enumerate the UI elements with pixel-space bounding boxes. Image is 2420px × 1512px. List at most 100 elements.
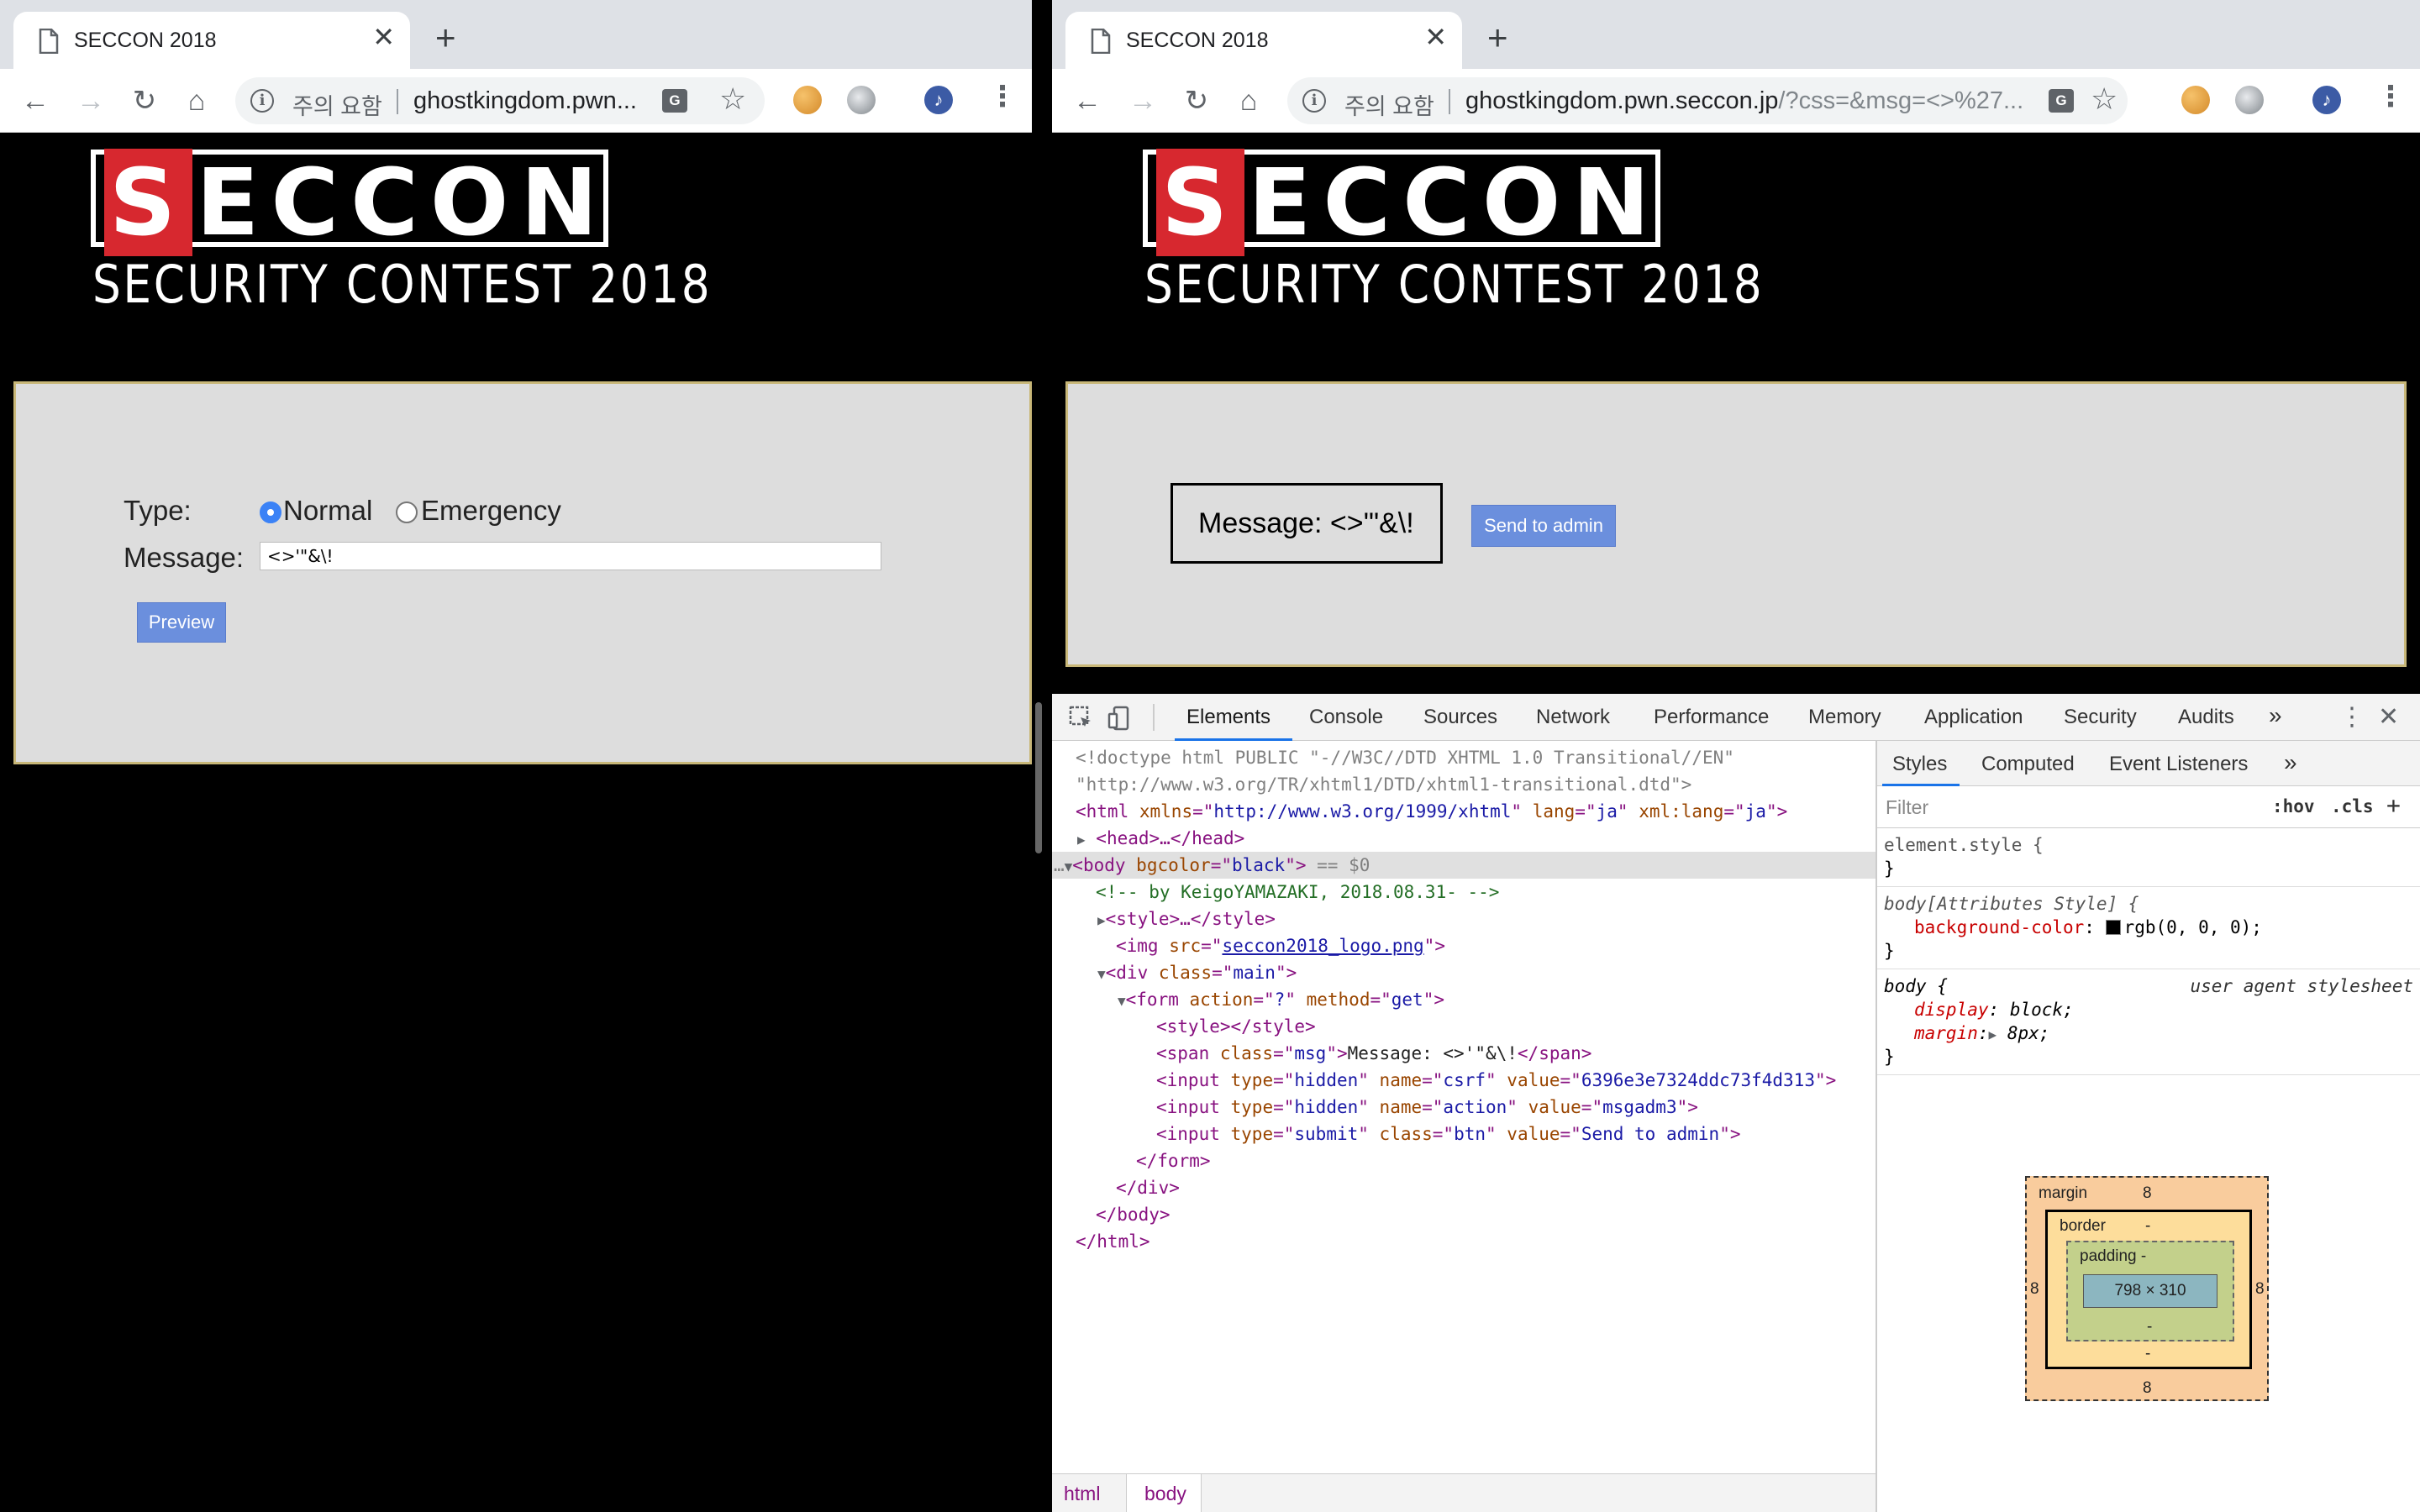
expand-triangle-icon[interactable]: ▶ xyxy=(1989,1026,1997,1042)
body-node-selected[interactable]: …▼<body bgcolor="black"> == $0 xyxy=(1052,852,1876,879)
new-tab-icon[interactable]: + xyxy=(435,20,456,55)
address-bar[interactable]: i 주의 요함 ghostkingdom.pwn.seccon.jp/?css=… xyxy=(1287,77,2128,124)
send-to-admin-button[interactable]: Send to admin xyxy=(1471,505,1616,547)
span-msg-node[interactable]: <span class="msg">Message: <>'"&\!</span… xyxy=(1156,1040,1980,1067)
div-main-node[interactable]: ▼<div class="main"> xyxy=(1097,959,1921,986)
globe-extension-icon[interactable] xyxy=(2235,86,2264,114)
home-icon[interactable]: ⌂ xyxy=(1232,84,1265,118)
box-model-content[interactable]: 798 × 310 xyxy=(2083,1274,2217,1308)
tab-computed[interactable]: Computed xyxy=(1981,753,2075,776)
radio-normal-label: Normal xyxy=(283,495,373,526)
translate-icon[interactable]: G xyxy=(2049,89,2074,113)
radio-emergency[interactable] xyxy=(396,501,418,523)
prop-value: 8px; xyxy=(2007,1023,2050,1043)
logo-brand: SECCON xyxy=(1156,149,1661,256)
collapse-triangle-icon[interactable]: ▼ xyxy=(1065,858,1073,874)
new-tab-icon[interactable]: + xyxy=(1487,20,1508,55)
more-tabs-icon[interactable]: » xyxy=(2269,702,2282,729)
back-icon[interactable]: ← xyxy=(18,84,52,118)
inspect-element-icon[interactable] xyxy=(1069,706,1094,731)
style-empty-node[interactable]: <style></style> xyxy=(1156,1013,1980,1040)
close-tab-icon[interactable]: ✕ xyxy=(1424,24,1447,50)
home-icon[interactable]: ⌂ xyxy=(180,84,213,118)
bookmark-star-icon[interactable]: ☆ xyxy=(719,82,746,116)
more-panes-icon[interactable]: » xyxy=(2284,749,2297,776)
tab-styles[interactable]: Styles xyxy=(1892,753,1947,776)
box-model-border[interactable]: border - - padding - - 798 × 310 xyxy=(2045,1210,2252,1369)
reload-icon[interactable]: ↻ xyxy=(128,84,161,118)
filter-input[interactable]: Filter xyxy=(1886,793,2238,822)
box-model-margin[interactable]: margin 8 8 8 8 border - - padding - - 79… xyxy=(2025,1176,2269,1401)
expand-triangle-icon[interactable]: ▶ xyxy=(1077,832,1086,848)
input-action-node[interactable]: <input type="hidden" name="action" value… xyxy=(1156,1094,1980,1121)
attr-name: xml:lang xyxy=(1639,801,1724,822)
expand-triangle-icon[interactable]: ▶ xyxy=(1097,912,1106,928)
address-bar[interactable]: i 주의 요함 ghostkingdom.pwn... G ☆ xyxy=(235,77,765,124)
tab-elements[interactable]: Elements xyxy=(1186,706,1270,729)
profile-avatar-icon[interactable]: ♪ xyxy=(2312,86,2341,114)
comment-node[interactable]: <!-- by KeigoYAMAZAKI, 2018.08.31- --> xyxy=(1096,879,1919,906)
breadcrumb-body[interactable]: body xyxy=(1144,1483,1186,1505)
cookie-extension-icon[interactable] xyxy=(793,86,822,114)
color-swatch-icon[interactable] xyxy=(2105,920,2121,935)
menu-icon[interactable]: ⋮ xyxy=(988,82,1017,111)
device-toggle-icon[interactable] xyxy=(1107,706,1133,731)
browser-toolbar: ← → ↻ ⌂ i 주의 요함 ghostkingdom.pwn... G ☆ … xyxy=(0,69,1032,133)
tab-audits[interactable]: Audits xyxy=(2178,706,2234,729)
window-resize-grip[interactable] xyxy=(1035,702,1042,853)
input-csrf-node[interactable]: <input type="hidden" name="csrf" value="… xyxy=(1156,1067,1980,1094)
info-icon[interactable]: i xyxy=(1302,89,1326,113)
hov-toggle[interactable]: :hov xyxy=(2272,796,2315,816)
preview-button[interactable]: Preview xyxy=(137,602,226,643)
breadcrumb-html[interactable]: html xyxy=(1064,1483,1100,1505)
reload-icon[interactable]: ↻ xyxy=(1180,84,1213,118)
tab-application[interactable]: Application xyxy=(1924,706,2023,729)
img-src-link[interactable]: seccon2018_logo.png xyxy=(1222,936,1423,956)
translate-icon[interactable]: G xyxy=(662,89,687,113)
selector-attributes-style: body[Attributes Style] { xyxy=(1884,894,2139,914)
decl-background-color[interactable]: background-color: rgb(0, 0, 0); xyxy=(1914,917,2262,937)
attr-value: http://www.w3.org/1999/xhtml xyxy=(1213,801,1512,822)
tab-security[interactable]: Security xyxy=(2064,706,2137,729)
globe-extension-icon[interactable] xyxy=(847,86,876,114)
style-node[interactable]: ▶<style>…</style> xyxy=(1097,906,1921,932)
collapse-triangle-icon[interactable]: ▼ xyxy=(1118,993,1126,1009)
message-input[interactable]: <>'"&\! xyxy=(260,542,881,570)
devtools-menu-icon[interactable]: ⋮ xyxy=(2339,702,2365,732)
csrf-value: 6396e3e7324ddc73f4d313 xyxy=(1581,1070,1815,1090)
tab-sources[interactable]: Sources xyxy=(1423,706,1497,729)
info-icon[interactable]: i xyxy=(250,89,274,113)
bookmark-star-icon[interactable]: ☆ xyxy=(2091,82,2118,116)
logo-frame: SECCON xyxy=(1143,149,1661,256)
forward-icon[interactable]: → xyxy=(1126,84,1160,118)
radio-normal[interactable] xyxy=(260,501,281,523)
profile-avatar-icon[interactable]: ♪ xyxy=(924,86,953,114)
page-icon xyxy=(39,29,59,54)
collapse-triangle-icon[interactable]: ▼ xyxy=(1097,966,1106,982)
tab-performance[interactable]: Performance xyxy=(1654,706,1769,729)
menu-icon[interactable]: ⋮ xyxy=(2376,82,2405,111)
close-devtools-icon[interactable]: ✕ xyxy=(2378,702,2399,732)
add-rule-icon[interactable]: + xyxy=(2386,791,2401,819)
tab-event-listeners[interactable]: Event Listeners xyxy=(2109,753,2248,776)
browser-tab[interactable]: SECCON 2018 ✕ xyxy=(1065,12,1462,69)
box-model-padding[interactable]: padding - - 798 × 310 xyxy=(2066,1241,2234,1341)
img-node[interactable]: <img src="seccon2018_logo.png"> xyxy=(1116,932,1939,959)
html-node[interactable]: <html xmlns="http://www.w3.org/1999/xhtm… xyxy=(1076,798,1899,825)
forward-icon[interactable]: → xyxy=(74,84,108,118)
form-node[interactable]: ▼<form action="?" method="get"> xyxy=(1118,986,1941,1013)
cookie-extension-icon[interactable] xyxy=(2181,86,2210,114)
prop-value: block; xyxy=(2009,1000,2074,1020)
tab-title: SECCON 2018 xyxy=(74,29,217,52)
browser-tab[interactable]: SECCON 2018 ✕ xyxy=(13,12,410,69)
right-browser-window: SECCON 2018 ✕ + ← → ↻ ⌂ i 주의 요함 ghostkin… xyxy=(1052,0,2420,1512)
tab-console[interactable]: Console xyxy=(1309,706,1383,729)
tab-network[interactable]: Network xyxy=(1536,706,1610,729)
input-submit-node[interactable]: <input type="submit" class="btn" value="… xyxy=(1156,1121,1980,1147)
cls-toggle[interactable]: .cls xyxy=(2331,796,2374,816)
tab-memory[interactable]: Memory xyxy=(1808,706,1881,729)
close-tab-icon[interactable]: ✕ xyxy=(372,24,395,50)
div-close-tag: </div> xyxy=(1116,1178,1180,1198)
head-node[interactable]: ▶ <head>…</head> xyxy=(1077,825,1901,852)
back-icon[interactable]: ← xyxy=(1071,84,1104,118)
